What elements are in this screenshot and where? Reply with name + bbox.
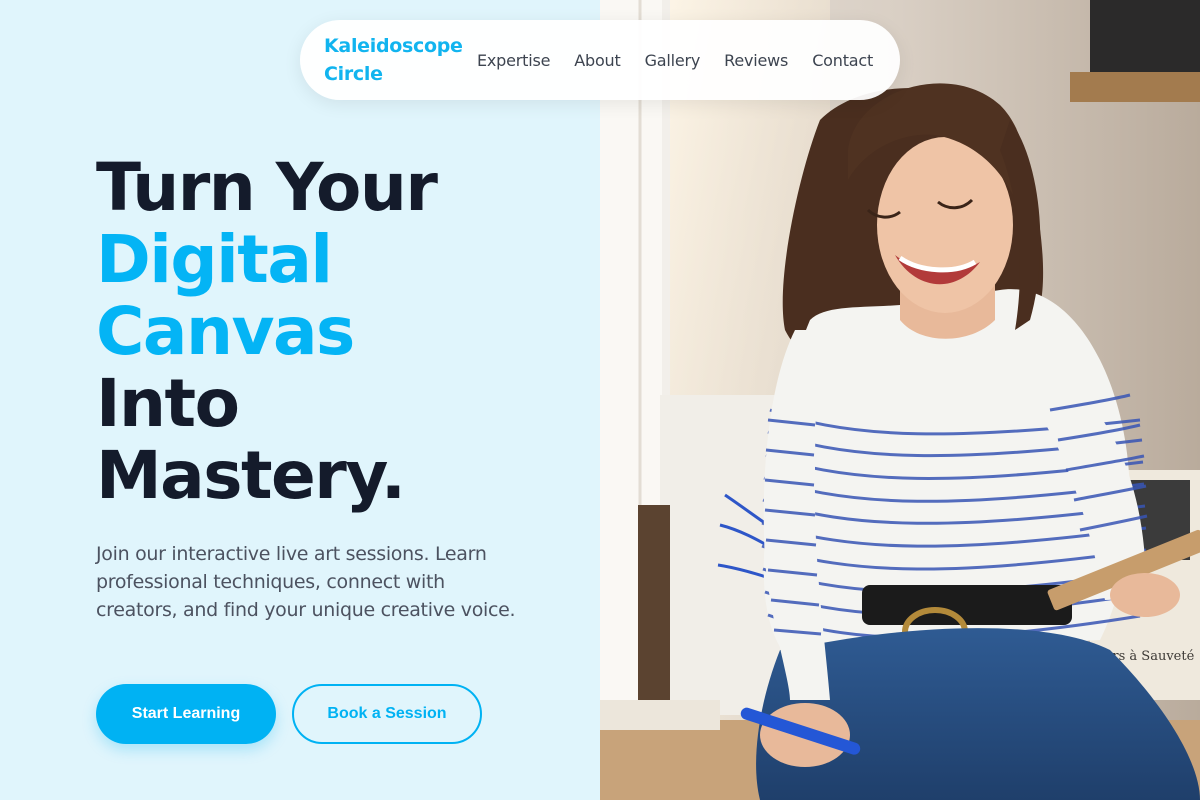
nav-link-about[interactable]: About <box>574 51 621 70</box>
hero-title-line-5: Mastery. <box>96 437 406 514</box>
nav-link-reviews[interactable]: Reviews <box>724 51 788 70</box>
book-session-button[interactable]: Book a Session <box>292 684 482 744</box>
hero-photo: ...rs à Sauveté <box>600 0 1200 800</box>
hero-title: Turn Your Digital Canvas Into Mastery. <box>96 149 438 514</box>
artist-photo-illustration: ...rs à Sauveté <box>600 0 1200 800</box>
hero-title-line-2: Digital <box>96 221 333 298</box>
nav-link-expertise[interactable]: Expertise <box>477 51 550 70</box>
brand-logo[interactable]: Kaleidoscope Circle <box>324 32 464 88</box>
brand-name-line2: Circle <box>324 63 383 85</box>
nav-link-gallery[interactable]: Gallery <box>645 51 701 70</box>
hero-title-line-1: Turn Your <box>96 149 438 226</box>
nav-link-contact[interactable]: Contact <box>812 51 873 70</box>
hero-title-line-4: Into <box>96 365 240 442</box>
brand-name-line1: Kaleidoscope <box>324 35 463 57</box>
hero-subtitle: Join our interactive live art sessions. … <box>96 543 516 621</box>
start-learning-button[interactable]: Start Learning <box>96 684 276 744</box>
hero-title-line-3: Canvas <box>96 293 355 370</box>
nav-links: Expertise About Gallery Reviews Contact <box>477 51 873 70</box>
main-navbar: Kaleidoscope Circle Expertise About Gall… <box>300 20 900 100</box>
